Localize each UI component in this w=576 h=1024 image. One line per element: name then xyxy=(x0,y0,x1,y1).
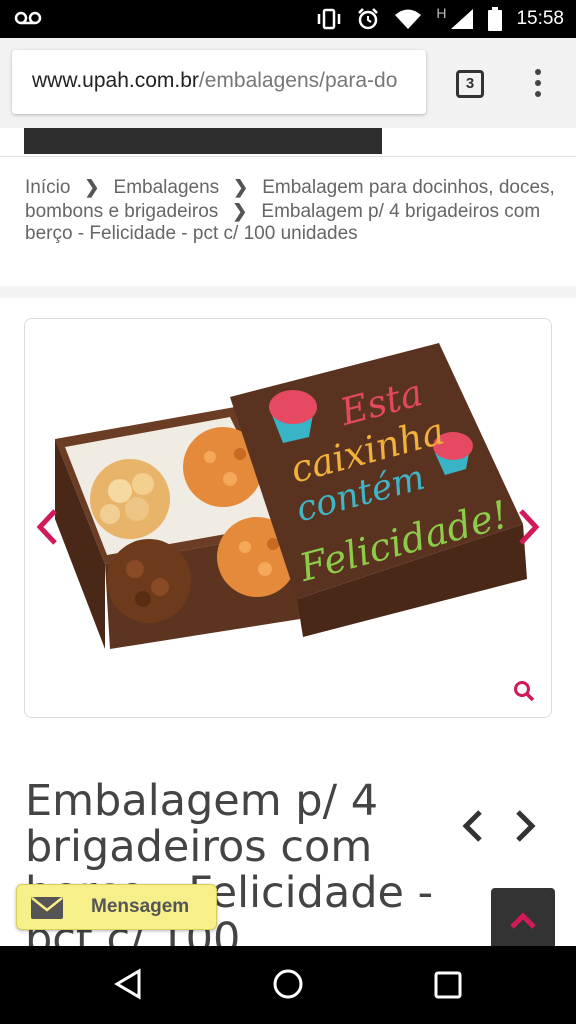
back-to-top-button[interactable] xyxy=(491,888,555,946)
section-divider xyxy=(0,286,576,298)
system-navigation-bar xyxy=(0,946,576,1024)
alarm-icon xyxy=(358,8,379,30)
breadcrumb: Início ❯ Embalagens ❯ Embalagem para docinho… xyxy=(25,176,555,246)
browser-menu-icon[interactable] xyxy=(532,66,544,102)
wifi-icon xyxy=(395,9,422,29)
network-type-label: H xyxy=(436,5,447,21)
header-banner xyxy=(24,128,382,154)
url-host: www.upah.com.br xyxy=(32,69,199,92)
envelope-icon xyxy=(31,897,63,919)
tab-switcher-button[interactable]: 3 xyxy=(456,70,484,98)
message-button-label: Mensagem xyxy=(91,896,190,917)
next-product-icon[interactable] xyxy=(512,808,538,844)
carousel-prev-icon[interactable] xyxy=(35,507,59,547)
breadcrumb-item-home[interactable]: Início xyxy=(25,177,70,198)
url-path: /embalagens/para-do xyxy=(198,69,398,92)
battery-icon xyxy=(488,7,503,31)
cell-signal-icon xyxy=(451,9,474,29)
browser-toolbar: www.upah.com.br/embalagens/para-do 3 xyxy=(0,38,576,128)
voicemail-icon xyxy=(14,11,42,25)
product-image-carousel[interactable]: Esta caixinha contém Felicidade! xyxy=(24,318,552,718)
recents-icon[interactable] xyxy=(434,971,462,999)
vibrate-icon xyxy=(318,8,341,30)
back-icon[interactable] xyxy=(113,968,143,1000)
home-icon[interactable] xyxy=(272,968,304,1000)
address-bar[interactable]: www.upah.com.br/embalagens/para-do xyxy=(12,50,426,114)
breadcrumb-item-embalagens[interactable]: Embalagens xyxy=(114,177,220,198)
clock: 15:58 xyxy=(516,8,564,29)
chevron-right-icon: ❯ xyxy=(84,177,100,197)
chevron-right-icon: ❯ xyxy=(232,200,248,221)
message-button[interactable]: Mensagem xyxy=(16,884,217,930)
status-bar: H 15:58 xyxy=(0,0,576,38)
web-page: Início ❯ Embalagens ❯ Embalagem para docinho… xyxy=(0,128,576,946)
chevron-up-icon xyxy=(510,912,536,929)
carousel-next-icon[interactable] xyxy=(517,507,541,547)
zoom-icon[interactable] xyxy=(512,679,536,703)
divider xyxy=(0,156,576,157)
chevron-right-icon: ❯ xyxy=(233,177,249,197)
previous-product-icon[interactable] xyxy=(460,808,486,844)
